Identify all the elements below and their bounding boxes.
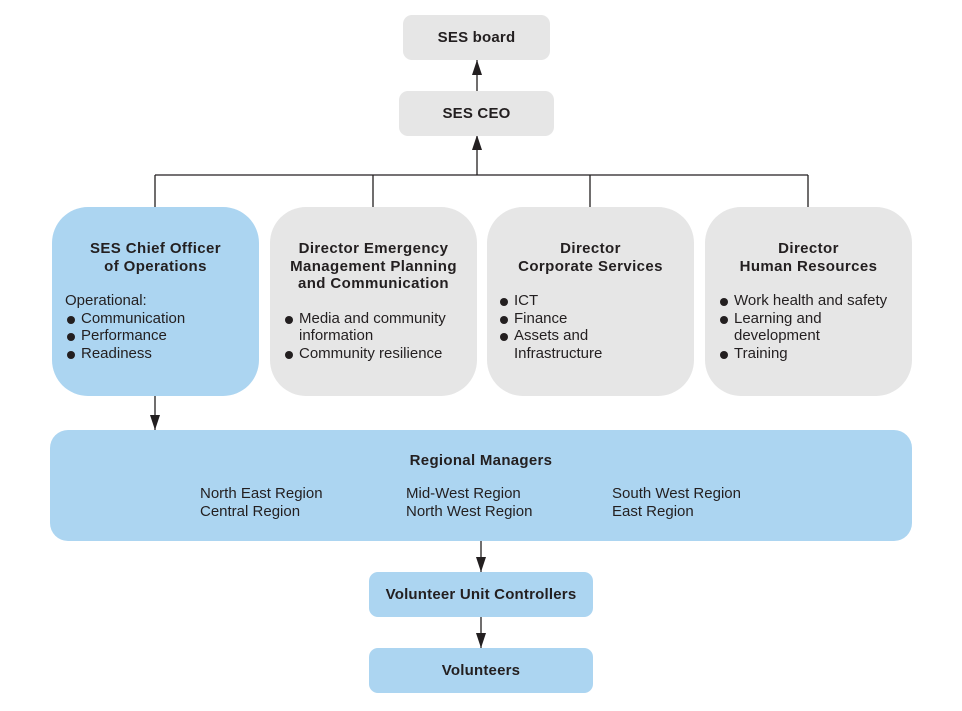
card-list: ICT Finance Assets and Infrastructure xyxy=(498,292,634,362)
director-corporate-services-card: Director Corporate Services ICT Finance … xyxy=(487,207,694,396)
volunteer-unit-controllers-label: Volunteer Unit Controllers xyxy=(385,586,577,603)
region-name: East Region xyxy=(612,502,694,520)
list-item: Communication xyxy=(65,310,259,328)
regional-managers-box: Regional Managers North East Region Cent… xyxy=(50,430,912,541)
card-list: Work health and safety Learning and deve… xyxy=(718,292,894,362)
arrowhead-up-board xyxy=(472,60,482,75)
ses-board-label: SES board xyxy=(437,29,516,46)
list-item: Readiness xyxy=(65,345,259,363)
region-name: North West Region xyxy=(406,502,533,520)
director-emergency-management-card: Director Emergency Management Planning a… xyxy=(270,207,477,396)
list-item: Work health and safety xyxy=(718,292,894,310)
card-title: Director Emergency Management Planning a… xyxy=(290,240,457,292)
card-title: Director Corporate Services xyxy=(518,240,663,275)
list-item: Performance xyxy=(65,327,259,345)
arrowhead-down-volunteers xyxy=(476,633,486,648)
volunteer-unit-controllers-box: Volunteer Unit Controllers xyxy=(369,572,593,617)
arrowhead-down-controllers xyxy=(476,557,486,572)
list-item: Assets and Infrastructure xyxy=(498,327,634,362)
region-name: South West Region xyxy=(612,485,741,502)
region-name: North East Region xyxy=(200,485,323,502)
region-column-2: Mid-West Region North West Region xyxy=(406,485,532,520)
region-name: Mid-West Region xyxy=(406,485,521,502)
list-item: ICT xyxy=(498,292,634,310)
ses-ceo-label: SES CEO xyxy=(442,105,511,122)
region-column-1: North East Region Central Region xyxy=(200,485,323,520)
list-item: Learning and development xyxy=(718,310,834,345)
list-item: Finance xyxy=(498,310,634,328)
list-item: Training xyxy=(718,345,894,363)
arrowhead-up-ceo xyxy=(472,135,482,150)
list-item: Community resilience xyxy=(283,345,469,363)
region-name: Central Region xyxy=(200,502,301,520)
chief-officer-operations-card: SES Chief Officer of Operations Operatio… xyxy=(52,207,259,396)
ses-board-box: SES board xyxy=(403,15,550,60)
card-list: Media and community information Communit… xyxy=(283,310,469,363)
list-item: Media and community information xyxy=(283,310,469,345)
regional-managers-title: Regional Managers xyxy=(409,452,553,469)
card-list: Communication Performance Readiness xyxy=(65,310,259,363)
card-title: SES Chief Officer of Operations xyxy=(90,240,221,275)
volunteers-label: Volunteers xyxy=(441,662,521,679)
card-title: Director Human Resources xyxy=(739,240,878,275)
director-human-resources-card: Director Human Resources Work health and… xyxy=(705,207,912,396)
card-intro: Operational: xyxy=(65,292,147,309)
ses-ceo-box: SES CEO xyxy=(399,91,554,136)
region-column-3: South West Region East Region xyxy=(612,485,741,520)
arrowhead-down-regional xyxy=(150,415,160,430)
volunteers-box: Volunteers xyxy=(369,648,593,693)
